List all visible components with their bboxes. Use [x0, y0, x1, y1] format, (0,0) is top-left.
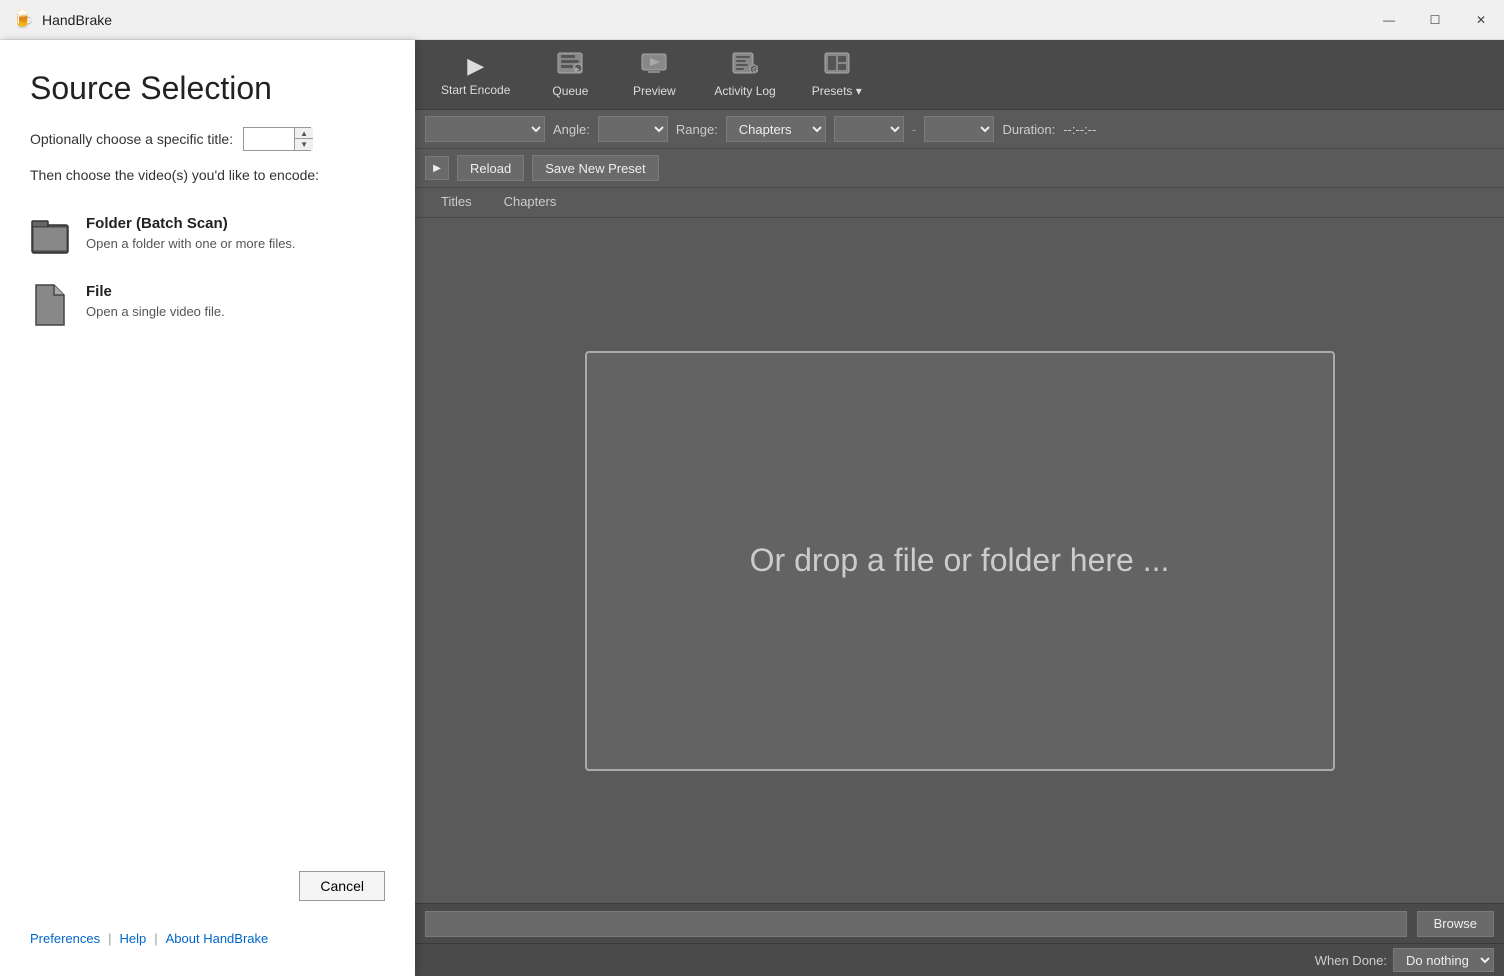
sep2: |	[154, 931, 157, 946]
activity-log-label: Activity Log	[714, 84, 775, 98]
preview-button[interactable]: Preview	[614, 46, 694, 104]
choose-label: Then choose the video(s) you'd like to e…	[30, 167, 385, 183]
spinner-controls: ▲ ▼	[294, 128, 312, 150]
source-select[interactable]	[425, 116, 545, 142]
svg-text:⚙: ⚙	[752, 66, 758, 74]
duration-value: --:--:--	[1063, 122, 1096, 137]
bottom-links: Preferences | Help | About HandBrake	[30, 931, 385, 956]
sep1: |	[108, 931, 111, 946]
duration-label: Duration:	[1002, 122, 1055, 137]
cancel-button[interactable]: Cancel	[299, 871, 385, 901]
when-done-label: When Done:	[1315, 953, 1387, 968]
spinner-down-button[interactable]: ▼	[295, 139, 313, 150]
maximize-button[interactable]: ☐	[1412, 0, 1458, 40]
queue-label: Queue	[552, 84, 588, 98]
source-selection-panel: Source Selection Optionally choose a spe…	[0, 40, 415, 976]
app-name: HandBrake	[42, 12, 112, 28]
presets-button[interactable]: Presets ▾	[796, 46, 878, 104]
save-preset-button[interactable]: Save New Preset	[532, 155, 658, 181]
close-button[interactable]: ✕	[1458, 0, 1504, 40]
angle-select[interactable]	[598, 116, 668, 142]
title-label: Optionally choose a specific title:	[30, 131, 233, 147]
file-option-title: File	[86, 281, 225, 302]
presets-label: Presets ▾	[812, 84, 862, 98]
folder-option-title: Folder (Batch Scan)	[86, 213, 296, 234]
presets-area: ▶ Reload Save New Preset	[415, 149, 1504, 188]
window-controls: — ☐ ✕	[1366, 0, 1504, 40]
folder-icon	[30, 213, 70, 261]
chapter-start-select[interactable]	[834, 116, 904, 142]
right-panel: ▶ Start Encode ▶ Queue	[415, 40, 1504, 976]
activity-log-button[interactable]: ⚙ Activity Log	[698, 46, 791, 104]
preferences-link[interactable]: Preferences	[30, 931, 100, 946]
file-icon	[30, 281, 70, 329]
preview-icon	[641, 52, 667, 80]
preset-arrow-button[interactable]: ▶	[425, 156, 449, 180]
queue-button[interactable]: ▶ Queue	[530, 46, 610, 104]
about-link[interactable]: About HandBrake	[166, 931, 269, 946]
title-selector-row: Optionally choose a specific title: ▲ ▼	[30, 127, 385, 151]
preview-label: Preview	[633, 84, 676, 98]
start-encode-icon: ▶	[467, 53, 484, 79]
when-done-bar: When Done: Do nothing	[415, 943, 1504, 976]
folder-option[interactable]: Folder (Batch Scan) Open a folder with o…	[30, 203, 385, 271]
file-option-text: File Open a single video file.	[86, 281, 225, 319]
tab-titles[interactable]: Titles	[425, 188, 488, 217]
angle-label: Angle:	[553, 122, 590, 137]
range-label: Range:	[676, 122, 718, 137]
folder-option-text: Folder (Batch Scan) Open a folder with o…	[86, 213, 296, 251]
start-encode-button[interactable]: ▶ Start Encode	[425, 47, 526, 103]
title-spinner[interactable]: ▲ ▼	[243, 127, 311, 151]
minimize-button[interactable]: —	[1366, 0, 1412, 40]
drop-zone[interactable]: Or drop a file or folder here ...	[585, 351, 1335, 771]
title-input[interactable]	[244, 128, 294, 150]
presets-icon	[824, 52, 850, 80]
tab-chapters[interactable]: Chapters	[488, 188, 573, 217]
toolbar: ▶ Start Encode ▶ Queue	[415, 40, 1504, 110]
controls-bar: Angle: Range: Chapters - Duration: --:--…	[415, 110, 1504, 149]
drop-zone-text: Or drop a file or folder here ...	[750, 542, 1170, 579]
help-link[interactable]: Help	[119, 931, 146, 946]
title-bar: 🍺 HandBrake — ☐ ✕	[0, 0, 1504, 40]
app-title: 🍺 HandBrake	[12, 9, 112, 31]
activity-log-icon: ⚙	[732, 52, 758, 80]
main-container: Source Selection Optionally choose a spe…	[0, 40, 1504, 976]
file-option-desc: Open a single video file.	[86, 304, 225, 319]
file-option[interactable]: File Open a single video file.	[30, 271, 385, 339]
folder-option-desc: Open a folder with one or more files.	[86, 236, 296, 251]
svg-text:▶: ▶	[575, 67, 580, 73]
source-selection-title: Source Selection	[30, 70, 385, 107]
browse-button[interactable]: Browse	[1417, 911, 1494, 937]
when-done-select[interactable]: Do nothing	[1393, 948, 1494, 972]
chapter-end-select[interactable]	[924, 116, 994, 142]
range-separator: -	[912, 121, 917, 137]
app-icon: 🍺	[12, 9, 34, 31]
destination-input[interactable]	[425, 911, 1407, 937]
spinner-up-button[interactable]: ▲	[295, 128, 313, 139]
tabs-bar: Titles Chapters	[415, 188, 1504, 218]
reload-button[interactable]: Reload	[457, 155, 524, 181]
range-select[interactable]: Chapters	[726, 116, 826, 142]
start-encode-label: Start Encode	[441, 83, 510, 97]
queue-icon: ▶	[557, 52, 583, 80]
content-area: Or drop a file or folder here ...	[415, 218, 1504, 903]
destination-bar: Browse	[415, 903, 1504, 943]
